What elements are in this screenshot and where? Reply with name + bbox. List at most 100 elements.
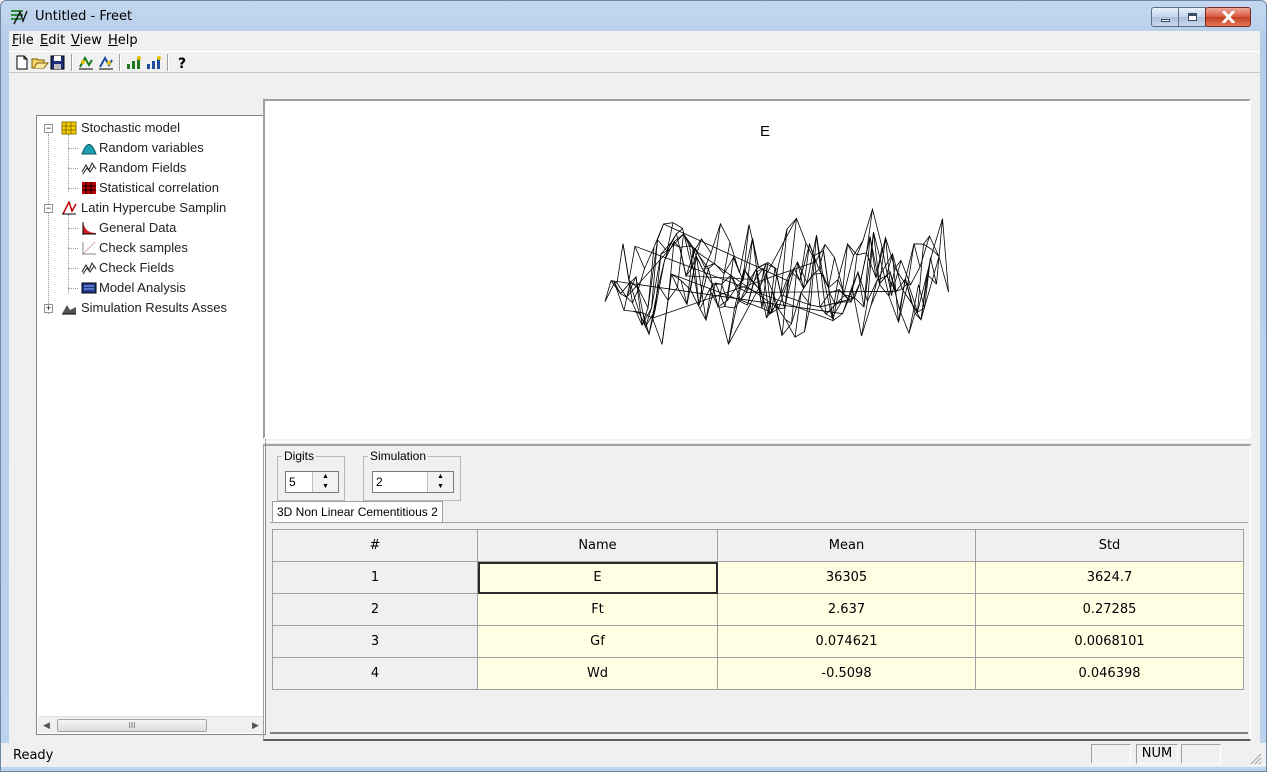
app-icon: [11, 10, 28, 25]
spinner-arrows[interactable]: ▲ ▼: [312, 472, 338, 492]
distribution-icon: [81, 144, 97, 155]
random-field-icon: [81, 161, 97, 175]
random-field-icon: [81, 261, 97, 275]
tree-line: [68, 228, 78, 229]
scroll-thumb[interactable]: III: [57, 719, 207, 732]
maximize-button[interactable]: [1178, 7, 1206, 27]
table-row[interactable]: 1 E 36305 3624.7: [272, 561, 1244, 594]
tree-item-general-data[interactable]: General Data: [37, 218, 265, 238]
close-icon: [1222, 11, 1235, 23]
tree-line: [68, 268, 78, 269]
analysis-icon[interactable]: [125, 54, 143, 71]
tab-3d-non-linear-cementitious[interactable]: 3D Non Linear Cementitious 2: [272, 501, 443, 523]
open-folder-icon[interactable]: [31, 54, 49, 71]
analysis-alt-icon[interactable]: [145, 54, 163, 71]
tree-item-stochastic-model[interactable]: − Stochastic model: [37, 118, 265, 138]
minimize-button[interactable]: [1151, 7, 1179, 27]
row-index[interactable]: 1: [272, 561, 478, 594]
results-table[interactable]: # Name Mean Std 1 E 36305 3624.7 2 Ft 2.…: [272, 529, 1244, 690]
tab-underline: [270, 522, 1248, 523]
tree-item-latin-hypercube[interactable]: − Latin Hypercube Samplin: [37, 198, 265, 218]
menu-view[interactable]: View: [71, 33, 102, 48]
save-icon[interactable]: [49, 54, 67, 71]
minimize-icon: [1161, 19, 1170, 22]
simulation-spinner[interactable]: 2 ▲ ▼: [372, 471, 454, 493]
status-text: Ready: [13, 748, 54, 763]
surface-wireframe: [604, 207, 949, 345]
std-cell[interactable]: 0.0068101: [975, 625, 1244, 658]
svg-text:?: ?: [178, 56, 186, 71]
tree-view[interactable]: − Stochastic model Random variables Rand…: [36, 115, 266, 735]
spinner-arrows[interactable]: ▲ ▼: [427, 472, 453, 492]
tree-item-statistical-correlation[interactable]: Statistical correlation: [37, 178, 265, 198]
table-row[interactable]: 2 Ft 2.637 0.27285: [272, 593, 1244, 626]
tree-item-simulation-results[interactable]: + Simulation Results Asses: [37, 298, 265, 318]
table-row[interactable]: 4 Wd -0.5098 0.046398: [272, 657, 1244, 690]
column-header-index[interactable]: #: [272, 529, 478, 562]
resize-grip-icon[interactable]: [1250, 753, 1262, 765]
spin-up-icon[interactable]: ▲: [428, 472, 453, 482]
tree-item-random-fields[interactable]: Random Fields: [37, 158, 265, 178]
tree-item-check-fields[interactable]: Check Fields: [37, 258, 265, 278]
model-analysis-icon: [81, 282, 97, 294]
tree-line: [68, 148, 78, 149]
toolbar-separator: [119, 54, 121, 71]
column-header-name[interactable]: Name: [477, 529, 718, 562]
name-cell[interactable]: Gf: [477, 625, 718, 658]
std-cell[interactable]: 3624.7: [975, 561, 1244, 594]
title-bar[interactable]: Untitled - Freet: [1, 1, 1266, 31]
help-icon[interactable]: ?: [173, 54, 191, 71]
table-row[interactable]: 3 Gf 0.074621 0.0068101: [272, 625, 1244, 658]
close-button[interactable]: [1205, 7, 1251, 27]
status-pane-num: NUM: [1136, 744, 1178, 764]
wireframe-line: [663, 223, 789, 282]
menu-help[interactable]: Help: [108, 33, 138, 48]
tree-item-model-analysis[interactable]: Model Analysis: [37, 278, 265, 298]
wireframe-line: [908, 249, 940, 334]
menu-file[interactable]: File: [12, 33, 34, 48]
tree-item-check-samples[interactable]: Check samples: [37, 238, 265, 258]
expand-icon[interactable]: +: [44, 304, 53, 313]
name-cell[interactable]: Wd: [477, 657, 718, 690]
tree-line: [68, 168, 78, 169]
status-pane-caps: [1091, 744, 1131, 764]
name-cell[interactable]: Ft: [477, 593, 718, 626]
mean-cell[interactable]: 2.637: [717, 593, 976, 626]
collapse-icon[interactable]: −: [44, 124, 53, 133]
tree-horizontal-scrollbar[interactable]: ◀ III ▶: [38, 716, 264, 733]
toolbar: ?: [9, 51, 1260, 73]
std-cell[interactable]: 0.27285: [975, 593, 1244, 626]
window-title: Untitled - Freet: [35, 9, 133, 24]
toolbar-separator: [71, 54, 73, 71]
new-file-icon[interactable]: [13, 54, 31, 71]
grid-icon: [61, 121, 77, 135]
column-header-std[interactable]: Std: [975, 529, 1244, 562]
menu-bar: File Edit View Help: [9, 31, 1260, 51]
name-cell[interactable]: E: [477, 561, 718, 594]
tree-line: [68, 188, 78, 189]
column-header-mean[interactable]: Mean: [717, 529, 976, 562]
spin-down-icon[interactable]: ▼: [313, 482, 338, 492]
sampling-icon[interactable]: [77, 54, 95, 71]
app-window: Untitled - Freet File Edit View Help ? −…: [0, 0, 1267, 772]
menu-edit[interactable]: Edit: [40, 33, 65, 48]
scroll-left-icon[interactable]: ◀: [38, 717, 55, 734]
wireframe-line: [610, 280, 843, 315]
correlation-matrix-icon: [82, 182, 96, 194]
sampling-alt-icon[interactable]: [97, 54, 115, 71]
std-cell[interactable]: 0.046398: [975, 657, 1244, 690]
spin-up-icon[interactable]: ▲: [313, 472, 338, 482]
mean-cell[interactable]: 36305: [717, 561, 976, 594]
tree-item-random-variables[interactable]: Random variables: [37, 138, 265, 158]
row-index[interactable]: 3: [272, 625, 478, 658]
mean-cell[interactable]: -0.5098: [717, 657, 976, 690]
row-index[interactable]: 2: [272, 593, 478, 626]
collapse-icon[interactable]: −: [44, 204, 53, 213]
mean-cell[interactable]: 0.074621: [717, 625, 976, 658]
restore-icon: [1188, 13, 1197, 21]
row-index[interactable]: 4: [272, 657, 478, 690]
scroll-right-icon[interactable]: ▶: [247, 717, 264, 734]
digits-spinner[interactable]: 5 ▲ ▼: [285, 471, 339, 493]
spin-down-icon[interactable]: ▼: [428, 482, 453, 492]
toolbar-separator: [167, 54, 169, 71]
